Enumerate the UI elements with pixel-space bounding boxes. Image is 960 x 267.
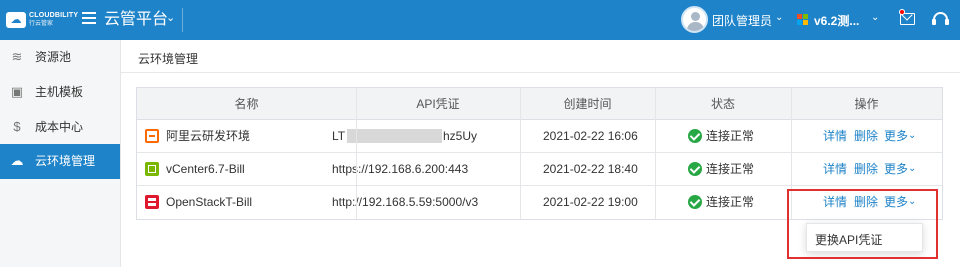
table-header: 名称 API凭证 创建时间 状态 操作 xyxy=(137,88,942,120)
sidebar-item-resource-pool[interactable]: ≋ 资源池 xyxy=(0,40,120,75)
credential-prefix: LT xyxy=(332,129,346,143)
sidebar-item-label: 成本中心 xyxy=(35,120,84,134)
aliyun-icon xyxy=(145,129,159,143)
headset-icon[interactable] xyxy=(932,12,949,25)
header-name: 名称 xyxy=(234,97,259,111)
env-name: vCenter6.7-Bill xyxy=(166,162,245,176)
top-navigation-bar: ☁ CLOUDBILITY 行云管家 云管平台 ⌄ 团队管理员 ⌄ v6.2测.… xyxy=(0,0,960,40)
app-title[interactable]: 云管平台 xyxy=(104,9,168,31)
more-chevron-down-icon[interactable]: ⌄ xyxy=(908,120,916,152)
header-created-time: 创建时间 xyxy=(563,97,612,111)
env-name: 阿里云研发环境 xyxy=(166,129,251,143)
created-time: 2021-02-22 18:40 xyxy=(543,162,638,176)
template-icon: ▣ xyxy=(10,84,24,99)
details-link[interactable]: 详情 xyxy=(823,120,847,152)
user-name[interactable]: 团队管理员 xyxy=(712,12,772,29)
logo-text: CLOUDBILITY xyxy=(29,12,79,19)
delete-link[interactable]: 删除 xyxy=(854,153,878,185)
column-divider xyxy=(520,88,521,219)
title-divider xyxy=(121,72,960,73)
sidebar: ≋ 资源池 ▣ 主机模板 $ 成本中心 ☁ 云环境管理 xyxy=(0,40,121,267)
logo-mark-icon: ☁ xyxy=(6,12,26,28)
table-row: 阿里云研发环境 LT hz5Uy 2021-02-22 16:06 连接正常 详… xyxy=(137,120,942,153)
column-divider xyxy=(655,88,656,219)
details-link[interactable]: 详情 xyxy=(823,153,847,185)
table-row: vCenter6.7-Bill https://192.168.6.200:44… xyxy=(137,153,942,186)
sidebar-item-label: 主机模板 xyxy=(35,85,84,99)
chevron-down-icon[interactable]: ⌄ xyxy=(166,11,175,24)
hamburger-menu-icon[interactable] xyxy=(82,12,96,26)
page-title: 云环境管理 xyxy=(138,52,199,66)
header-actions: 操作 xyxy=(854,97,879,111)
cloudbility-logo[interactable]: ☁ CLOUDBILITY 行云管家 xyxy=(6,10,78,30)
version-selector[interactable]: v6.2测... xyxy=(814,12,859,29)
credential-text: https://192.168.6.200:443 xyxy=(332,162,469,176)
credential-text: http://192.168.5.59:5000/v3 xyxy=(332,195,479,209)
sidebar-item-label: 云环境管理 xyxy=(35,154,96,168)
sidebar-item-cost-center[interactable]: $ 成本中心 xyxy=(0,110,120,145)
delete-link[interactable]: 删除 xyxy=(854,120,878,152)
status-text: 连接正常 xyxy=(706,195,755,209)
openstack-icon xyxy=(145,195,159,209)
user-avatar[interactable] xyxy=(681,6,708,33)
vmware-icon xyxy=(145,162,159,176)
credential-mask xyxy=(347,129,442,143)
version-chevron-down-icon[interactable]: ⌄ xyxy=(871,12,879,23)
status-text: 连接正常 xyxy=(706,162,755,176)
notification-dot xyxy=(899,9,905,15)
cloud-gear-icon: ☁ xyxy=(10,153,24,168)
header-status: 状态 xyxy=(710,97,735,111)
stack-icon: ≋ xyxy=(11,49,23,64)
highlight-annotation-box xyxy=(787,189,938,259)
more-link[interactable]: 更多 xyxy=(884,120,908,152)
logo-subtext: 行云管家 xyxy=(29,21,54,27)
status-text: 连接正常 xyxy=(706,129,755,143)
column-divider xyxy=(356,88,357,219)
header-divider xyxy=(182,8,183,32)
created-time: 2021-02-22 16:06 xyxy=(543,129,638,143)
env-name: OpenStackT-Bill xyxy=(166,195,253,209)
more-chevron-down-icon[interactable]: ⌄ xyxy=(908,153,916,185)
header-api-credential: API凭证 xyxy=(416,97,460,111)
sidebar-item-host-template[interactable]: ▣ 主机模板 xyxy=(0,75,120,110)
sidebar-item-label: 资源池 xyxy=(35,50,72,64)
check-circle-icon xyxy=(688,195,702,209)
credential-suffix: hz5Uy xyxy=(443,129,478,143)
created-time: 2021-02-22 19:00 xyxy=(543,195,638,209)
windows-logo-icon xyxy=(797,14,809,26)
user-chevron-down-icon[interactable]: ⌄ xyxy=(775,12,783,23)
check-circle-icon xyxy=(688,129,702,143)
more-link[interactable]: 更多 xyxy=(884,153,908,185)
check-circle-icon xyxy=(688,162,702,176)
dollar-icon: $ xyxy=(13,119,21,134)
sidebar-item-cloud-env[interactable]: ☁ 云环境管理 xyxy=(0,144,120,179)
